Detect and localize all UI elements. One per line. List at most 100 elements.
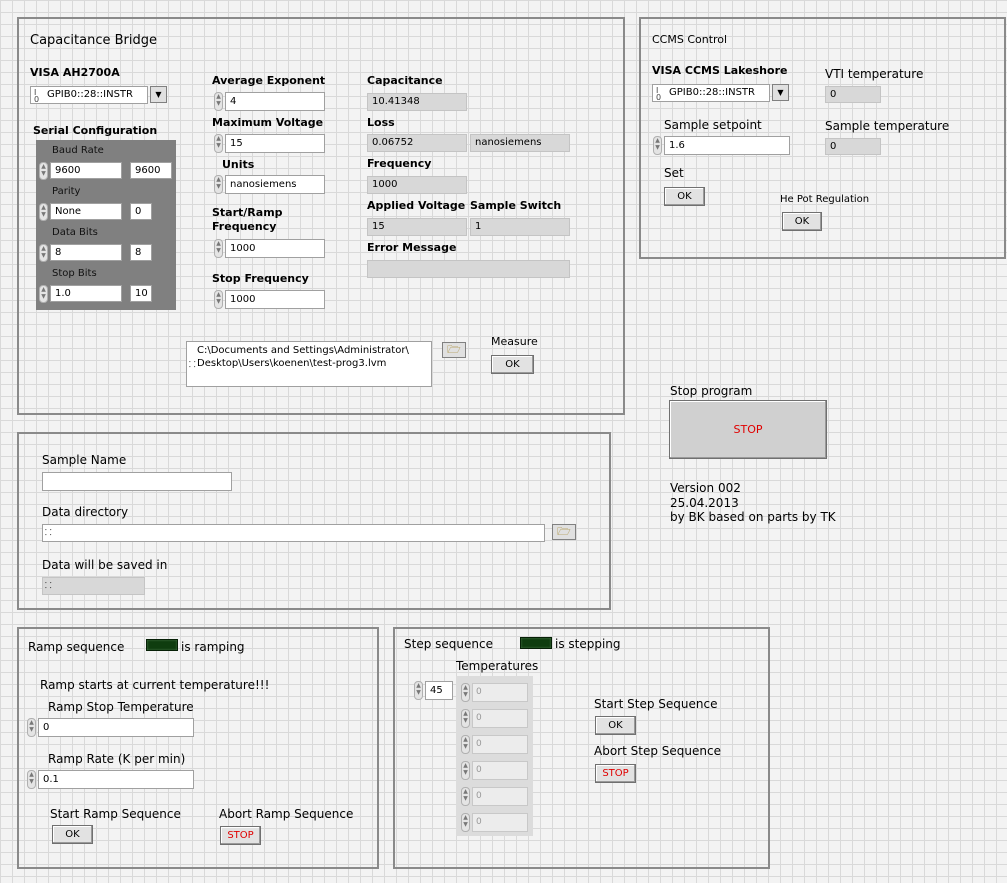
error-message-indicator (367, 260, 570, 278)
units-spinner-icon[interactable]: ▲ ▼ (214, 175, 223, 194)
capacitance-indicator: 10.41348 (367, 93, 467, 111)
data-saved-in-label: Data will be saved in (42, 558, 168, 572)
temperature-spinner-icon[interactable]: ▲ ▼ (461, 735, 470, 754)
start-ramp-frequency-spinner-icon[interactable]: ▲ ▼ (214, 239, 223, 258)
ramp-note: Ramp starts at current temperature!!! (40, 678, 270, 692)
units-label: Units (222, 158, 255, 171)
stop-bits-spinner-icon[interactable]: ▲ ▼ (39, 285, 48, 303)
step-index-input[interactable]: 45 (425, 681, 453, 700)
io-icon: I0 (656, 86, 662, 102)
serial-config-label: Serial Configuration (33, 124, 158, 137)
ramp-stop-temperature-input[interactable]: 0 (38, 718, 194, 737)
temperature-cell[interactable]: 0 (472, 813, 528, 832)
ramp-stop-temperature-spinner-icon[interactable]: ▲ ▼ (27, 718, 36, 737)
parity-label: Parity (52, 186, 81, 197)
stop-bits-label: Stop Bits (52, 268, 97, 279)
visa-ccms-value: GPIB0::28::INSTR (669, 87, 755, 98)
step-index-spinner-icon[interactable]: ▲ ▼ (414, 681, 423, 700)
temperature-cell[interactable]: 0 (472, 787, 528, 806)
start-step-sequence-button[interactable]: OK (595, 716, 636, 735)
start-ramp-sequence-label: Start Ramp Sequence (50, 807, 181, 821)
abort-step-sequence-button[interactable]: STOP (595, 764, 636, 783)
data-bits-label: Data Bits (52, 227, 98, 238)
chevron-down-icon[interactable]: ▼ (772, 84, 789, 101)
vti-temperature-label: VTI temperature (825, 67, 924, 81)
ramp-rate-input[interactable]: 0.1 (38, 770, 194, 789)
temperature-cell[interactable]: 0 (472, 761, 528, 780)
stop-program-button[interactable]: STOP (669, 400, 827, 459)
data-directory-input[interactable]: ⸬ (42, 524, 545, 542)
parity-input[interactable]: None (50, 203, 122, 220)
loss-indicator: 0.06752 (367, 134, 467, 152)
sample-temperature-label: Sample temperature (825, 119, 950, 133)
ramp-rate-label: Ramp Rate (K per min) (48, 752, 186, 766)
measure-label: Measure (491, 335, 538, 348)
start-step-sequence-label: Start Step Sequence (594, 697, 718, 711)
led-indicator-icon (520, 637, 552, 649)
set-label: Set (664, 166, 684, 180)
path-icon: ⸬ (189, 360, 196, 369)
sample-temperature-indicator: 0 (825, 138, 881, 155)
baud-rate-indicator: 9600 (130, 162, 172, 179)
temperature-spinner-icon[interactable]: ▲ ▼ (461, 683, 470, 702)
data-bits-spinner-icon[interactable]: ▲ ▼ (39, 244, 48, 262)
sample-switch-label: Sample Switch (470, 199, 562, 212)
stop-bits-input[interactable]: 1.0 (50, 285, 122, 302)
visa-ah2700a-label: VISA AH2700A (30, 66, 120, 79)
ramp-rate-spinner-icon[interactable]: ▲ ▼ (27, 770, 36, 789)
parity-spinner-icon[interactable]: ▲ ▼ (39, 203, 48, 221)
data-saved-in-indicator: ⸬ (42, 577, 145, 595)
led-indicator-icon (146, 639, 178, 651)
set-button[interactable]: OK (664, 187, 705, 206)
units-input[interactable]: nanosiemens (225, 175, 325, 194)
measure-button[interactable]: OK (491, 355, 534, 374)
visa-ccms-select[interactable]: I0 GPIB0::28::INSTR (652, 84, 770, 102)
capacitance-bridge-title: Capacitance Bridge (30, 33, 157, 48)
baud-rate-input[interactable]: 9600 (50, 162, 122, 179)
loss-label: Loss (367, 116, 395, 129)
sample-setpoint-spinner-icon[interactable]: ▲ ▼ (653, 136, 662, 155)
start-ramp-frequency-input[interactable]: 1000 (225, 239, 325, 258)
temperature-cell[interactable]: 0 (472, 735, 528, 754)
folder-open-icon[interactable]: 🗁 (552, 524, 576, 540)
maximum-voltage-spinner-icon[interactable]: ▲ ▼ (214, 134, 223, 153)
average-exponent-input[interactable]: 4 (225, 92, 325, 111)
baud-rate-spinner-icon[interactable]: ▲ ▼ (39, 162, 48, 180)
ramp-sequence-title: Ramp sequence (28, 640, 125, 654)
folder-open-icon[interactable]: 🗁 (442, 342, 466, 358)
parity-indicator: 0 (130, 203, 152, 220)
abort-step-sequence-label: Abort Step Sequence (594, 744, 721, 758)
io-icon: I0 (34, 88, 40, 104)
temperature-spinner-icon[interactable]: ▲ ▼ (461, 787, 470, 806)
data-bits-indicator: 8 (130, 244, 152, 261)
path-icon: ⸬ (45, 581, 52, 590)
average-exponent-label: Average Exponent (212, 74, 326, 87)
file-path-input[interactable]: ⸬ C:\Documents and Settings\Administrato… (186, 341, 432, 387)
is-stepping-label: is stepping (555, 637, 621, 651)
temperature-cell[interactable]: 0 (472, 683, 528, 702)
applied-voltage-indicator: 15 (367, 218, 467, 236)
stop-frequency-input[interactable]: 1000 (225, 290, 325, 309)
frequency-indicator: 1000 (367, 176, 467, 194)
sample-setpoint-input[interactable]: 1.6 (664, 136, 790, 155)
chevron-down-icon[interactable]: ▼ (150, 86, 167, 103)
he-pot-regulation-button[interactable]: OK (782, 212, 822, 231)
temperature-spinner-icon[interactable]: ▲ ▼ (461, 813, 470, 832)
is-ramping-label: is ramping (181, 640, 245, 654)
capacitance-label: Capacitance (367, 74, 443, 87)
maximum-voltage-input[interactable]: 15 (225, 134, 325, 153)
average-exponent-spinner-icon[interactable]: ▲ ▼ (214, 92, 223, 111)
temperature-spinner-icon[interactable]: ▲ ▼ (461, 709, 470, 728)
stop-frequency-spinner-icon[interactable]: ▲ ▼ (214, 290, 223, 309)
sample-name-input[interactable] (42, 472, 232, 491)
visa-ah2700a-select[interactable]: I0 GPIB0::28::INSTR (30, 86, 148, 104)
loss-unit-indicator: nanosiemens (470, 134, 570, 152)
start-ramp-sequence-button[interactable]: OK (52, 825, 93, 844)
temperature-spinner-icon[interactable]: ▲ ▼ (461, 761, 470, 780)
file-path-line-2: Desktop\Users\koenen\test-prog3.lvm (197, 358, 387, 369)
abort-ramp-sequence-button[interactable]: STOP (220, 826, 261, 845)
he-pot-regulation-label: He Pot Regulation (780, 194, 870, 205)
stop-frequency-label: Stop Frequency (212, 272, 309, 285)
temperature-cell[interactable]: 0 (472, 709, 528, 728)
data-bits-input[interactable]: 8 (50, 244, 122, 261)
